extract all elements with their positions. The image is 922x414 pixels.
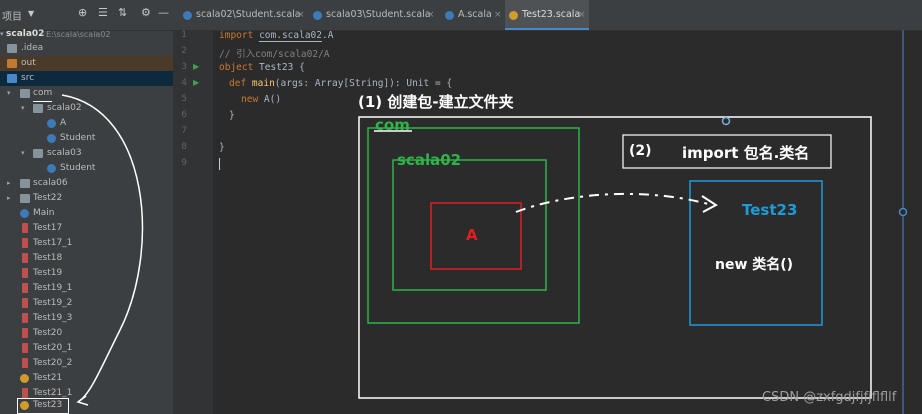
step2-text: import 包名.类名 [682,144,810,162]
handle-icon [898,207,908,217]
scala02-label: scala02 [397,151,462,169]
curve-arrow [61,94,144,403]
arrow-head-icon [701,195,718,213]
handle-icon [721,116,731,126]
test23-label: Test23 [742,201,798,219]
new-statement-label: new 类名() [715,257,794,273]
watermark: CSDN @zxfgdjfjfjflfllf [762,390,897,405]
arrow-head-icon [76,395,89,406]
com-label: com [375,116,410,134]
step1-label: (1) 创建包-建立文件夹 [358,93,514,111]
step2-number: (2) [629,143,652,159]
scala02-box [392,159,547,291]
class-a-label: A [466,226,478,244]
